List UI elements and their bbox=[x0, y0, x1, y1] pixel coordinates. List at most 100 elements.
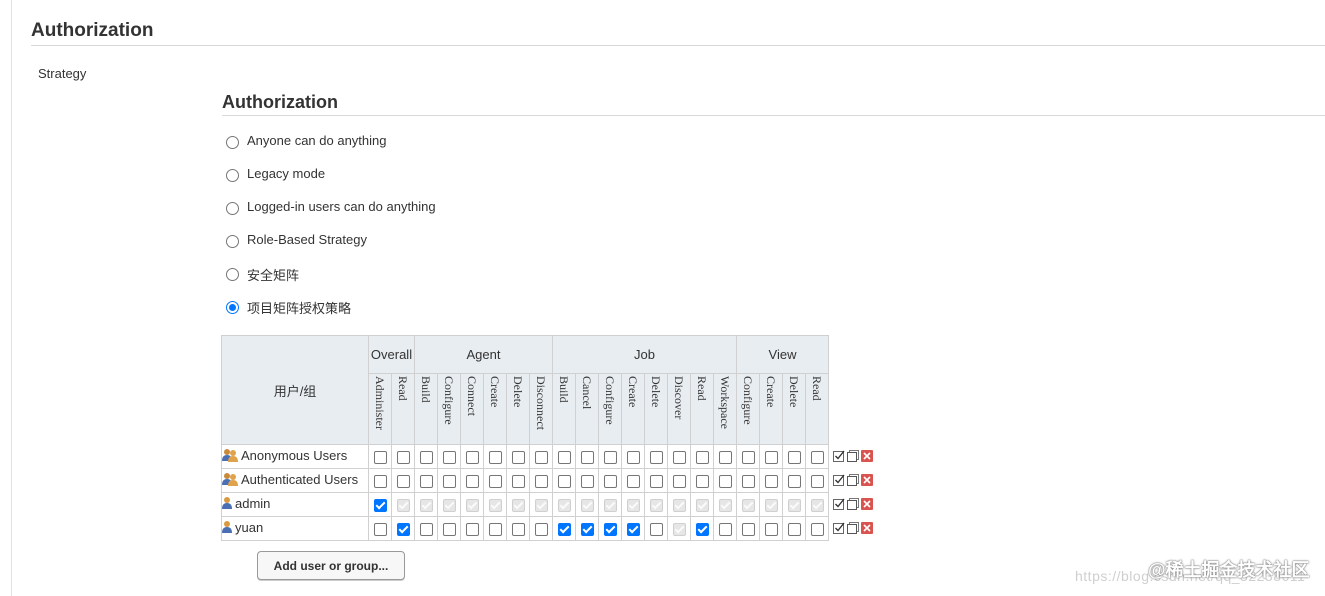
permission-checkbox[interactable] bbox=[695, 451, 709, 465]
permission-checkbox bbox=[511, 499, 525, 513]
permission-checkbox[interactable] bbox=[672, 475, 686, 489]
permission-checkbox[interactable] bbox=[396, 451, 410, 465]
remove-icon[interactable] bbox=[861, 497, 873, 513]
permission-checkbox[interactable] bbox=[488, 475, 502, 489]
permission-checkbox[interactable] bbox=[465, 475, 479, 489]
strategy-option[interactable]: Logged-in users can do anything bbox=[225, 199, 436, 232]
add-user-or-group-button[interactable]: Add user or group... bbox=[257, 551, 405, 580]
permission-checkbox[interactable] bbox=[718, 523, 732, 537]
permission-checkbox[interactable] bbox=[373, 475, 387, 489]
select-all-icon[interactable] bbox=[833, 450, 845, 465]
permission-checkbox[interactable] bbox=[419, 451, 433, 465]
permission-checkbox[interactable] bbox=[373, 451, 387, 465]
permission-cell bbox=[690, 444, 714, 469]
permission-checkbox[interactable] bbox=[626, 475, 640, 489]
permission-checkbox[interactable] bbox=[649, 475, 663, 489]
permission-label: Delete bbox=[649, 376, 663, 408]
permission-checkbox[interactable] bbox=[787, 523, 801, 537]
permission-cell bbox=[621, 492, 645, 517]
permission-checkbox[interactable] bbox=[534, 451, 548, 465]
permission-checkbox[interactable] bbox=[442, 451, 456, 465]
permission-cell bbox=[575, 492, 599, 517]
select-all-icon[interactable] bbox=[833, 498, 845, 513]
permission-checkbox[interactable] bbox=[764, 451, 778, 465]
permission-checkbox bbox=[488, 499, 502, 513]
permission-cell bbox=[529, 468, 553, 493]
select-all-icon[interactable] bbox=[833, 474, 845, 489]
permission-checkbox[interactable] bbox=[557, 523, 571, 537]
permission-cell bbox=[713, 516, 737, 541]
radio-button[interactable] bbox=[226, 301, 239, 314]
radio-button[interactable] bbox=[226, 235, 239, 248]
permission-checkbox[interactable] bbox=[741, 451, 755, 465]
permission-checkbox[interactable] bbox=[580, 523, 594, 537]
permission-checkbox[interactable] bbox=[511, 451, 525, 465]
strategy-option[interactable]: Role-Based Strategy bbox=[225, 232, 436, 265]
permission-checkbox[interactable] bbox=[810, 451, 824, 465]
permission-checkbox[interactable] bbox=[695, 475, 709, 489]
unselect-all-icon[interactable] bbox=[847, 449, 859, 465]
permission-checkbox[interactable] bbox=[373, 523, 387, 537]
permission-label: Connect bbox=[465, 376, 479, 416]
permission-checkbox[interactable] bbox=[580, 475, 594, 489]
permission-cell bbox=[782, 492, 806, 517]
permission-checkbox[interactable] bbox=[488, 523, 502, 537]
unselect-all-icon[interactable] bbox=[847, 473, 859, 489]
remove-icon[interactable] bbox=[861, 521, 873, 537]
permission-checkbox[interactable] bbox=[442, 475, 456, 489]
permission-checkbox[interactable] bbox=[649, 523, 663, 537]
permission-checkbox[interactable] bbox=[718, 475, 732, 489]
permission-checkbox[interactable] bbox=[787, 475, 801, 489]
permission-checkbox[interactable] bbox=[557, 451, 571, 465]
permission-checkbox[interactable] bbox=[787, 451, 801, 465]
permission-checkbox[interactable] bbox=[511, 475, 525, 489]
permission-checkbox[interactable] bbox=[465, 451, 479, 465]
permission-checkbox[interactable] bbox=[764, 523, 778, 537]
permission-checkbox[interactable] bbox=[649, 451, 663, 465]
permission-cell bbox=[368, 492, 392, 517]
permission-checkbox[interactable] bbox=[534, 475, 548, 489]
permission-checkbox[interactable] bbox=[764, 475, 778, 489]
permission-checkbox[interactable] bbox=[419, 475, 433, 489]
permission-checkbox[interactable] bbox=[580, 451, 594, 465]
permission-checkbox[interactable] bbox=[626, 523, 640, 537]
radio-button[interactable] bbox=[226, 136, 239, 149]
permission-checkbox[interactable] bbox=[718, 451, 732, 465]
permission-checkbox[interactable] bbox=[442, 523, 456, 537]
permission-checkbox[interactable] bbox=[557, 475, 571, 489]
permission-checkbox[interactable] bbox=[534, 523, 548, 537]
permission-checkbox[interactable] bbox=[603, 475, 617, 489]
permission-checkbox[interactable] bbox=[810, 523, 824, 537]
permission-checkbox[interactable] bbox=[465, 523, 479, 537]
strategy-option[interactable]: Legacy mode bbox=[225, 166, 436, 199]
permission-checkbox[interactable] bbox=[603, 523, 617, 537]
permission-checkbox[interactable] bbox=[741, 475, 755, 489]
permission-checkbox[interactable] bbox=[626, 451, 640, 465]
permission-label: Read bbox=[396, 376, 410, 401]
permission-checkbox[interactable] bbox=[373, 499, 387, 513]
permission-checkbox[interactable] bbox=[741, 523, 755, 537]
permission-checkbox[interactable] bbox=[810, 475, 824, 489]
select-all-icon[interactable] bbox=[833, 522, 845, 537]
permission-cell bbox=[483, 444, 507, 469]
radio-button[interactable] bbox=[226, 268, 239, 281]
permission-checkbox[interactable] bbox=[419, 523, 433, 537]
permission-checkbox[interactable] bbox=[511, 523, 525, 537]
strategy-option[interactable]: 安全矩阵 bbox=[225, 265, 436, 298]
remove-icon[interactable] bbox=[861, 449, 873, 465]
unselect-all-icon[interactable] bbox=[847, 497, 859, 513]
permission-checkbox[interactable] bbox=[695, 523, 709, 537]
permission-label: Build bbox=[419, 376, 433, 403]
remove-icon[interactable] bbox=[861, 473, 873, 489]
unselect-all-icon[interactable] bbox=[847, 521, 859, 537]
strategy-option[interactable]: Anyone can do anything bbox=[225, 133, 436, 166]
user-icon bbox=[222, 496, 232, 513]
radio-button[interactable] bbox=[226, 202, 239, 215]
permission-checkbox[interactable] bbox=[672, 451, 686, 465]
permission-checkbox[interactable] bbox=[488, 451, 502, 465]
permission-checkbox[interactable] bbox=[396, 523, 410, 537]
strategy-option[interactable]: 项目矩阵授权策略 bbox=[225, 298, 436, 331]
permission-checkbox[interactable] bbox=[603, 451, 617, 465]
permission-checkbox[interactable] bbox=[396, 475, 410, 489]
radio-button[interactable] bbox=[226, 169, 239, 182]
